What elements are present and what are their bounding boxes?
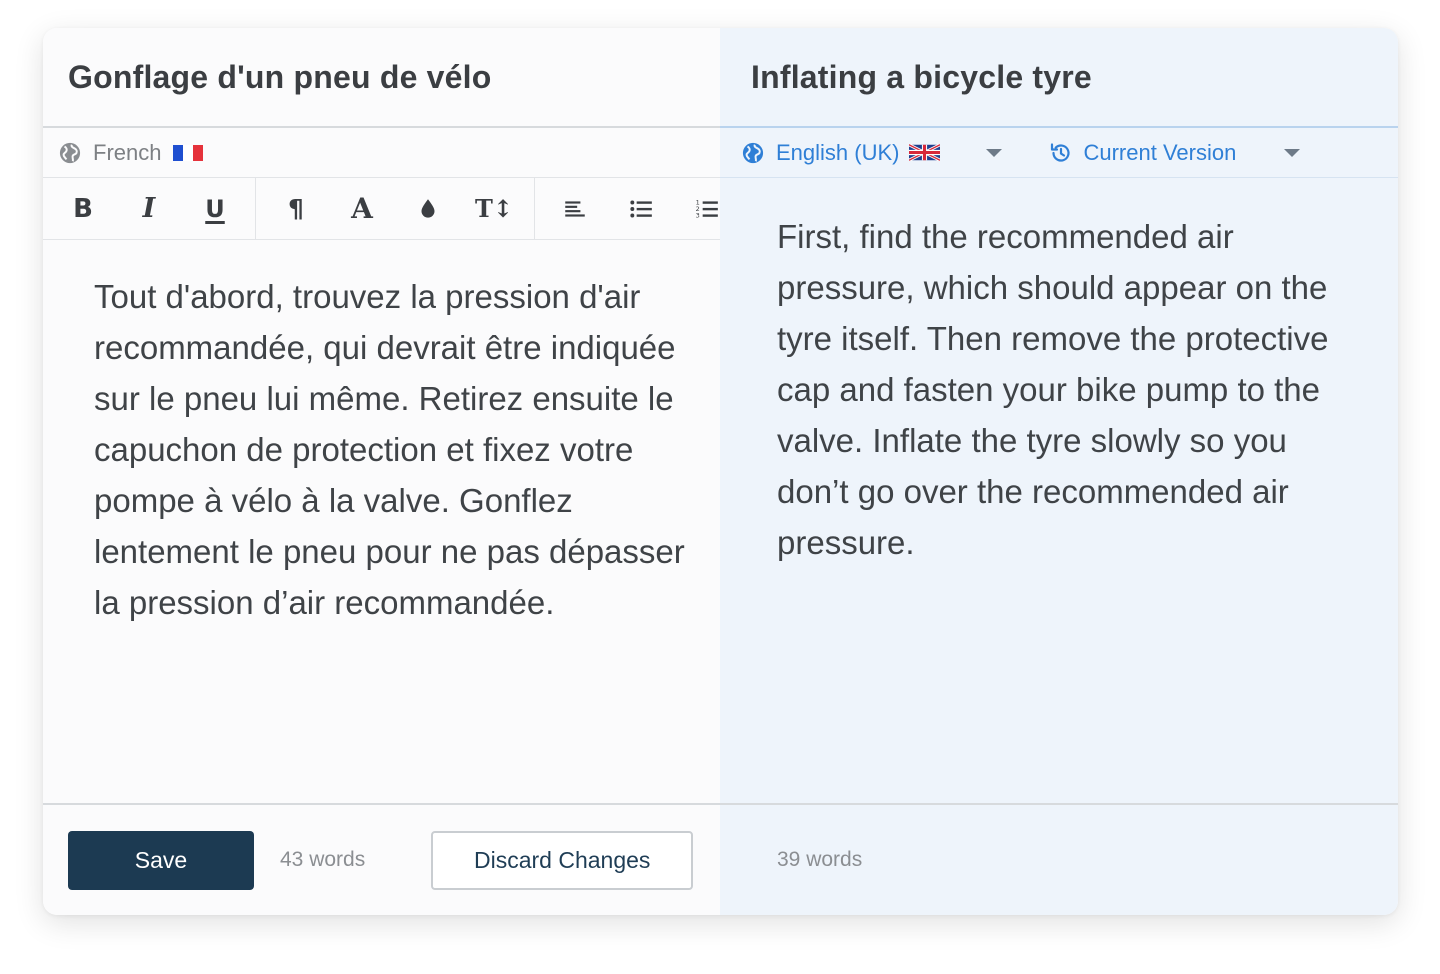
text-format-group: ¶ A T↕ bbox=[256, 178, 535, 239]
formatting-toolbar: B I U ¶ A T↕ 1 2 3 bbox=[43, 178, 720, 240]
target-text: First, find the recommended air pressure… bbox=[777, 218, 1329, 561]
underline-icon: U bbox=[205, 194, 225, 223]
version-label: Current Version bbox=[1083, 139, 1237, 165]
highlight-icon bbox=[421, 198, 435, 218]
paragraph-icon: ¶ bbox=[288, 194, 304, 223]
globe-icon bbox=[742, 142, 764, 163]
source-title: Gonflage d'un pneu de vélo bbox=[43, 28, 720, 128]
alignment-group: 1 2 3 bbox=[535, 178, 747, 239]
text-color-button[interactable]: A bbox=[329, 178, 395, 239]
align-left-button[interactable] bbox=[542, 178, 608, 239]
discard-changes-button[interactable]: Discard Changes bbox=[431, 830, 694, 890]
underline-button[interactable]: U bbox=[182, 178, 248, 239]
source-footer: Save 43 words Discard Changes bbox=[43, 803, 720, 915]
font-size-button[interactable]: T↕ bbox=[461, 178, 527, 239]
italic-icon: I bbox=[142, 193, 156, 224]
highlight-button[interactable] bbox=[395, 178, 461, 239]
source-word-count: 43 words bbox=[280, 848, 366, 871]
target-language-bar: English (UK) Current Version bbox=[720, 128, 1398, 178]
source-language-bar: French bbox=[43, 128, 720, 178]
language-dropdown-chevron-icon[interactable] bbox=[986, 148, 1003, 157]
target-title: Inflating a bicycle tyre bbox=[720, 28, 1398, 128]
svg-text:3: 3 bbox=[696, 211, 700, 219]
bold-icon: B bbox=[73, 193, 93, 224]
target-footer: 39 words bbox=[720, 803, 1398, 915]
source-text-editor[interactable]: Tout d'abord, trouvez la pression d'air … bbox=[94, 271, 694, 628]
bold-button[interactable]: B bbox=[50, 178, 116, 239]
text-style-group: B I U bbox=[43, 178, 256, 239]
target-pane: Inflating a bicycle tyre English (UK) Cu… bbox=[720, 28, 1398, 915]
paragraph-button[interactable]: ¶ bbox=[263, 178, 329, 239]
font-size-icon: T↕ bbox=[475, 194, 513, 223]
align-left-icon bbox=[565, 200, 585, 217]
version-dropdown-chevron-icon bbox=[1284, 148, 1301, 157]
italic-button[interactable]: I bbox=[116, 178, 182, 239]
target-word-count: 39 words bbox=[777, 848, 863, 871]
translation-editor-card: Gonflage d'un pneu de vélo French B I U bbox=[43, 28, 1398, 915]
source-language-label: French bbox=[93, 139, 162, 165]
version-select[interactable]: Current Version bbox=[1049, 139, 1301, 166]
history-icon bbox=[1051, 142, 1071, 162]
bullet-list-icon bbox=[630, 200, 652, 217]
text-color-icon: A bbox=[351, 192, 373, 225]
numbered-list-icon: 1 2 3 bbox=[696, 198, 718, 219]
target-language-select[interactable]: English (UK) bbox=[776, 140, 899, 166]
globe-icon bbox=[59, 142, 81, 163]
save-button[interactable]: Save bbox=[68, 830, 254, 890]
source-pane: Gonflage d'un pneu de vélo French B I U bbox=[43, 28, 720, 915]
uk-flag-icon bbox=[909, 144, 941, 161]
bullet-list-button[interactable] bbox=[608, 178, 674, 239]
fr-flag-icon bbox=[173, 144, 204, 161]
